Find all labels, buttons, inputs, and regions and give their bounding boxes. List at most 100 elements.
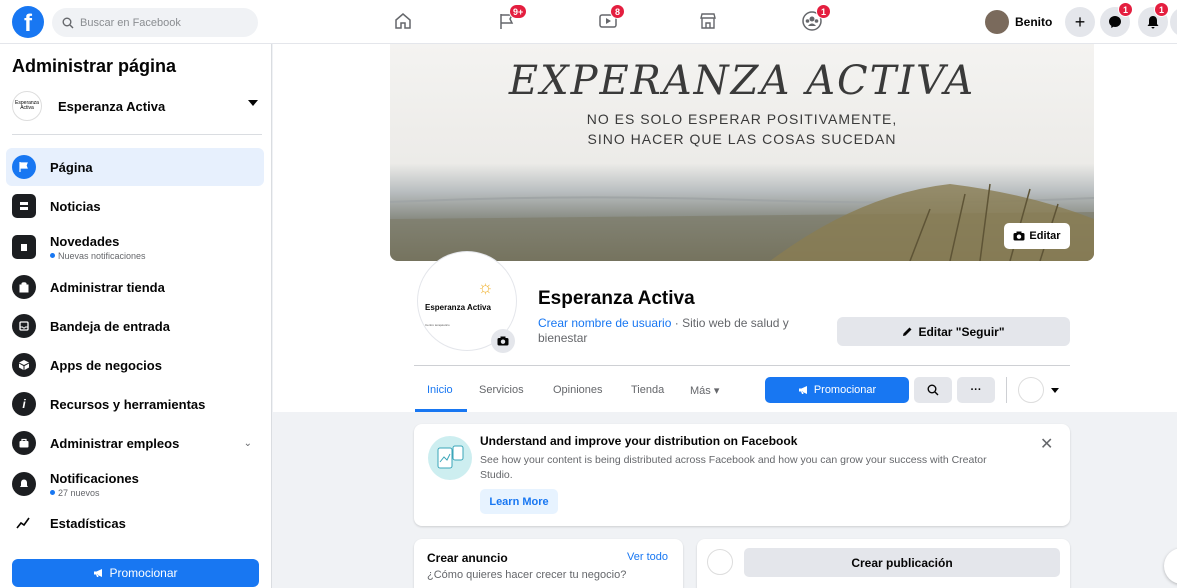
create-post-card: Crear publicación — [697, 539, 1070, 588]
bell-icon — [12, 472, 36, 496]
create-ad-title: Crear anuncio — [427, 551, 508, 565]
tab-inicio[interactable]: Inicio — [427, 384, 453, 396]
marketplace-icon — [700, 13, 716, 29]
search-page-button[interactable] — [914, 377, 952, 403]
notifications-button[interactable]: 1 — [1138, 2, 1169, 37]
sidebar-item-label: Novedades — [50, 233, 120, 249]
promote-button[interactable]: Promocionar — [765, 377, 909, 403]
sidebar-item-status: 27 nuevos — [50, 488, 139, 498]
nav-marketplace[interactable] — [688, 6, 728, 36]
page-title: Esperanza Activa — [538, 288, 695, 309]
sidebar-item-label: Página — [50, 159, 93, 175]
sidebar-item-apps-negocios[interactable]: Apps de negocios — [6, 346, 264, 384]
tab-tienda[interactable]: Tienda — [631, 384, 664, 396]
page-avatar: Esperanza Activa — [12, 91, 42, 121]
camera-icon — [1013, 231, 1025, 241]
close-icon[interactable]: ✕ — [1040, 434, 1053, 454]
sidebar-item-novedades[interactable]: Novedades Nuevas notificaciones — [6, 227, 264, 267]
messenger-icon — [1109, 16, 1121, 28]
profile-picture-subtext: Centro terapéutico — [425, 323, 450, 327]
sidebar-item-label: Noticias — [50, 198, 101, 214]
sidebar-promote-button[interactable]: Promocionar — [12, 559, 259, 587]
sidebar-item-administrar-empleos[interactable]: Administrar empleos ⌄ — [6, 424, 264, 462]
chart-icon — [12, 511, 36, 535]
news-icon — [12, 194, 36, 218]
shop-icon — [12, 275, 36, 299]
watch-badge: 8 — [610, 4, 625, 19]
edit-profile-picture-button[interactable] — [491, 329, 515, 353]
sun-logo-icon: ☼ — [477, 277, 494, 297]
sidebar-item-bandeja-entrada[interactable]: Bandeja de entrada — [6, 307, 264, 345]
more-options-button[interactable]: ··· — [957, 377, 995, 403]
search-placeholder: Buscar en Facebook — [80, 16, 181, 29]
nav-groups[interactable]: 1 — [792, 4, 832, 36]
sidebar-item-estadisticas[interactable]: Estadísticas — [6, 504, 264, 542]
create-ad-subtitle: ¿Cómo quieres hacer crecer tu negocio? — [427, 569, 627, 581]
chevron-down-icon[interactable]: ⌄ — [244, 438, 252, 449]
plus-icon: + — [1074, 11, 1086, 32]
tab-servicios[interactable]: Servicios — [479, 384, 524, 396]
profile-picture[interactable]: ☼ Esperanza Activa Centro terapéutico — [418, 252, 516, 353]
new-message-button[interactable] — [1164, 548, 1177, 584]
active-tab-indicator — [415, 409, 467, 412]
sidebar-promote-label: Promocionar — [109, 566, 178, 580]
sidebar-item-label: Recursos y herramientas — [50, 396, 206, 412]
divider — [414, 365, 1070, 366]
facebook-logo[interactable]: f — [12, 6, 44, 38]
info-icon: i — [12, 392, 36, 416]
profile-shortcut[interactable]: Benito — [985, 8, 1052, 36]
voice-selector-avatar[interactable] — [1018, 377, 1044, 403]
edit-cover-label: Editar — [1029, 230, 1061, 242]
distribution-tip-card: Understand and improve your distribution… — [414, 424, 1070, 526]
nav-home[interactable] — [383, 6, 423, 36]
sidebar-item-notificaciones[interactable]: Notificaciones 27 nuevos — [6, 464, 264, 504]
creator-studio-illustration — [428, 436, 472, 480]
search-input[interactable]: Buscar en Facebook — [52, 8, 258, 37]
briefcase-icon — [12, 431, 36, 455]
account-button[interactable] — [1170, 7, 1177, 37]
create-username-link[interactable]: Crear nombre de usuario — [538, 316, 671, 330]
caret-down-icon — [248, 100, 258, 106]
distribution-tip-title: Understand and improve your distribution… — [480, 434, 798, 448]
create-post-button[interactable]: Crear publicación — [744, 548, 1060, 577]
top-navigation-bar: f Buscar en Facebook 9+ 8 1 Benito + 1 1 — [0, 0, 1177, 44]
divider — [1006, 377, 1007, 403]
nav-pages[interactable]: 9+ — [487, 4, 528, 36]
sidebar-item-sub: Nuevas notificaciones — [58, 250, 146, 261]
groups-badge: 1 — [816, 4, 831, 19]
search-icon — [62, 17, 74, 28]
sidebar-item-status: Nuevas notificaciones — [50, 251, 146, 261]
more-icon: ··· — [970, 384, 982, 396]
sidebar-item-label: Bandeja de entrada — [50, 318, 170, 334]
learn-more-button[interactable]: Learn More — [480, 489, 558, 514]
edit-cover-button[interactable]: Editar — [1004, 223, 1070, 249]
tab-mas[interactable]: Más ▾ — [690, 384, 719, 397]
edit-follow-label: Editar "Seguir" — [918, 324, 1005, 339]
inbox-icon — [12, 314, 36, 338]
distribution-tip-text: See how your content is being distribute… — [480, 454, 987, 481]
sidebar-item-pagina[interactable]: Página — [6, 148, 264, 186]
sidebar-item-recursos[interactable]: i Recursos y herramientas — [6, 385, 264, 423]
pencil-icon — [903, 327, 912, 336]
sidebar-item-label: Administrar tienda — [50, 279, 165, 295]
page-description: Crear nombre de usuario · Sitio web de s… — [538, 316, 828, 346]
sidebar-item-label: Administrar empleos — [50, 435, 180, 451]
page-selector[interactable]: Esperanza Activa Esperanza Activa — [12, 88, 262, 124]
bell-icon — [1147, 16, 1159, 29]
user-avatar — [985, 10, 1009, 34]
sidebar-item-label: Apps de negocios — [50, 357, 162, 373]
sidebar-item-noticias[interactable]: Noticias — [6, 187, 264, 225]
create-button[interactable]: + — [1065, 7, 1095, 37]
edit-follow-button[interactable]: Editar "Seguir" — [837, 317, 1070, 346]
messenger-button[interactable]: 1 — [1100, 2, 1133, 37]
sidebar-item-label: Estadísticas — [50, 515, 126, 531]
flag-icon — [12, 155, 36, 179]
unread-dot — [50, 253, 55, 258]
nav-watch[interactable]: 8 — [588, 4, 628, 36]
page-avatar — [707, 549, 733, 575]
caret-down-icon[interactable] — [1051, 388, 1059, 393]
page-selector-name: Esperanza Activa — [58, 98, 166, 114]
sidebar-item-administrar-tienda[interactable]: Administrar tienda — [6, 268, 264, 306]
tab-opiniones[interactable]: Opiniones — [553, 384, 603, 396]
see-all-link[interactable]: Ver todo — [627, 551, 668, 563]
